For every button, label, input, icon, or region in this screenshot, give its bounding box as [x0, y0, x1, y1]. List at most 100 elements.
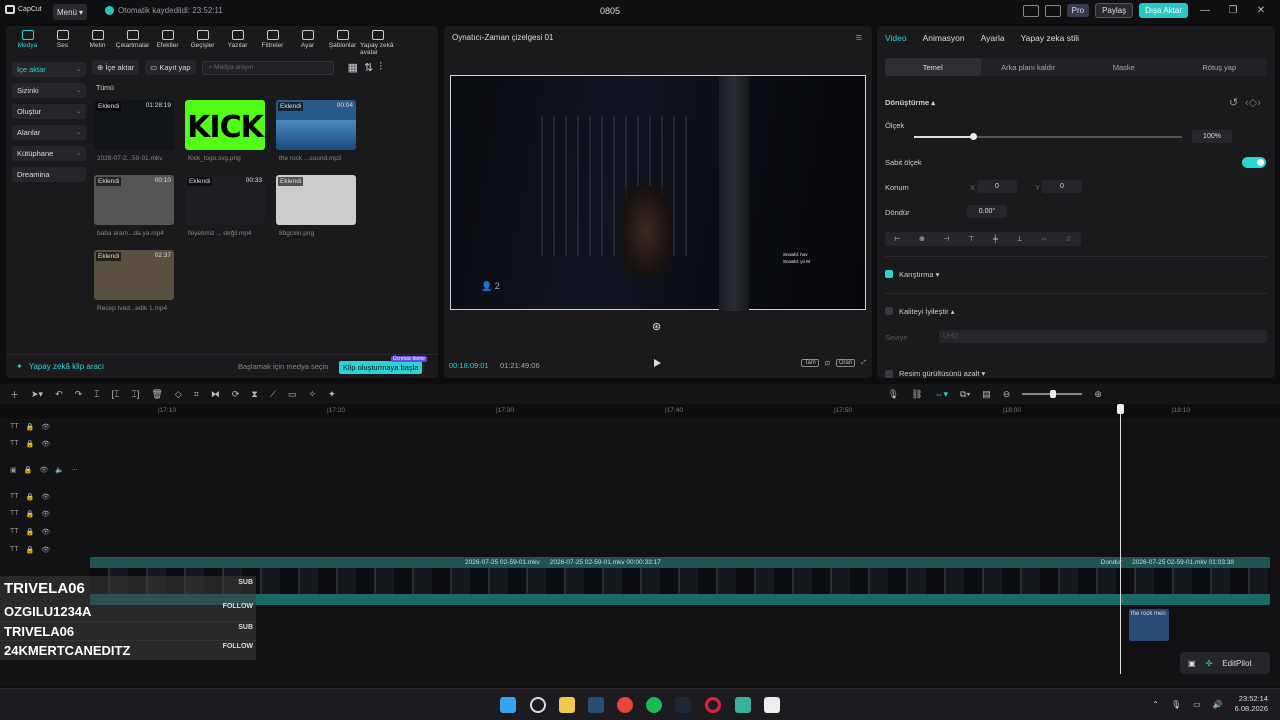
eye-icon[interactable]: 👁: [41, 546, 50, 554]
tab-template[interactable]: Şablonlar: [325, 30, 360, 56]
split-left-icon[interactable]: [⌶: [112, 389, 120, 400]
media-thumbnail[interactable]: Eklendi 00:04: [276, 100, 356, 150]
pro-button[interactable]: Pro: [1066, 4, 1090, 17]
tab-filter[interactable]: Filtreler: [255, 30, 290, 56]
playhead[interactable]: [1117, 404, 1124, 674]
audio-clip[interactable]: the rock men: [1129, 609, 1169, 641]
preview-axis-icon[interactable]: ⧉▾: [960, 389, 970, 400]
layout-icon[interactable]: [1022, 4, 1039, 17]
media-thumbnail[interactable]: KICK: [185, 100, 265, 150]
mask-icon[interactable]: ◇: [175, 389, 182, 400]
sidebar-item[interactable]: Sizinki ⌄: [12, 83, 86, 98]
split-right-icon[interactable]: ⌶]: [131, 389, 139, 400]
redo-icon[interactable]: ↷: [75, 389, 83, 400]
timeline-tracks[interactable]: [90, 418, 1280, 686]
delete-icon[interactable]: 🗑: [151, 389, 162, 400]
props-tab[interactable]: Video: [885, 33, 907, 43]
record-button[interactable]: ▭ Kayıt yap: [145, 60, 196, 75]
fullscreen-button[interactable]: Tam: [801, 359, 819, 367]
tab-text[interactable]: Metin: [80, 30, 115, 56]
align-toolbar[interactable]: ⊢ ⊕ ⊣ ⊤ ╪ ⊥ ⇋ ⇵: [885, 232, 1081, 246]
quality-checkbox[interactable]: [885, 307, 893, 315]
media-thumbnail[interactable]: Eklendi 02:37: [94, 250, 174, 300]
volume-icon[interactable]: 🔊: [1213, 700, 1223, 709]
lock-icon[interactable]: 🔒: [26, 510, 35, 518]
noise-label[interactable]: Resim gürültüsünü azalt ▾: [899, 369, 985, 378]
tab-transition[interactable]: Geçişler: [185, 30, 220, 56]
scale-knob[interactable]: [969, 133, 977, 140]
props-tab[interactable]: Ayarla: [981, 33, 1005, 43]
lock-icon[interactable]: 🔒: [26, 423, 35, 431]
select-tool-icon[interactable]: ➤▾: [31, 389, 43, 400]
media-thumbnail[interactable]: Eklendi 00:33: [185, 175, 265, 225]
mic-tray-icon[interactable]: 🎙: [1171, 700, 1181, 709]
zoom-slider[interactable]: [1022, 390, 1083, 398]
zoom-fit-icon[interactable]: ⊡: [825, 360, 830, 367]
align-right-icon[interactable]: ⊣: [944, 235, 950, 243]
lock-icon[interactable]: 🔒: [26, 440, 35, 448]
align-top-icon[interactable]: ⊤: [968, 235, 974, 243]
ratio-button[interactable]: Oran: [835, 359, 856, 367]
time-ruler[interactable]: |17:10 |17:20 |17:30 |17:40 |17:50 |18:00 |18:…: [90, 404, 1280, 418]
tab-avatar[interactable]: Yapay zekâ avatar: [360, 30, 395, 56]
eye-icon[interactable]: 👁: [41, 493, 50, 501]
props-tab[interactable]: Yapay zeka stili: [1021, 33, 1079, 43]
undo-icon[interactable]: ↶: [55, 389, 63, 400]
maximize-icon[interactable]: ❐: [1222, 5, 1244, 16]
link-icon[interactable]: ⛓: [911, 389, 922, 400]
scale-value[interactable]: 100%: [1192, 130, 1232, 143]
sidebar-item[interactable]: Alanlar ⌄: [12, 125, 86, 140]
align-bottom-icon[interactable]: ⊥: [1017, 235, 1023, 243]
freeze-icon[interactable]: ⧗: [251, 389, 257, 400]
rotate-handle-icon[interactable]: ⊛: [652, 320, 661, 333]
tab-media[interactable]: Medya: [10, 30, 45, 56]
capcut-taskbar-icon[interactable]: [764, 697, 780, 713]
lock-icon[interactable]: 🔒: [26, 546, 35, 554]
menu-button[interactable]: Menü ▾: [53, 4, 87, 20]
sidebar-item[interactable]: Kütüphane ⌄: [12, 146, 86, 161]
shortcut-icon[interactable]: [1044, 4, 1061, 17]
zoom-knob[interactable]: [1050, 390, 1057, 398]
whatsapp-icon[interactable]: [735, 697, 751, 713]
speed-icon[interactable]: ⟋: [270, 389, 276, 400]
network-icon[interactable]: ▭: [1193, 700, 1201, 709]
sidebar-item[interactable]: Oluştur ⌄: [12, 104, 86, 119]
tab-effects[interactable]: Efektler: [150, 30, 185, 56]
media-thumbnail[interactable]: Eklendi 01:28:19: [94, 100, 174, 150]
sort-icon[interactable]: ⇅: [364, 61, 373, 74]
rotate-input[interactable]: 0.00°: [967, 205, 1007, 218]
eye-icon[interactable]: 👁: [41, 528, 50, 536]
text-track-icon[interactable]: TT: [10, 528, 19, 536]
start-clip-button[interactable]: Klip oluşturmaya başla: [339, 361, 423, 374]
folder-icon[interactable]: [559, 697, 575, 713]
props-subtab[interactable]: Temel: [885, 58, 981, 76]
blend-label[interactable]: Karıştırma ▾: [899, 270, 939, 279]
share-button[interactable]: Paylaş: [1095, 3, 1134, 18]
blend-checkbox[interactable]: [885, 270, 893, 278]
magic-icon[interactable]: ✧: [309, 389, 317, 400]
add-track-icon[interactable]: ＋: [10, 388, 19, 401]
start-icon[interactable]: [500, 697, 516, 713]
eye-icon[interactable]: 👁: [41, 423, 50, 431]
align-left-icon[interactable]: ⊢: [894, 235, 900, 243]
eye-icon[interactable]: 👁: [41, 510, 50, 518]
sidebar-item[interactable]: İçe aktar ⌄: [12, 62, 86, 77]
align-center-icon[interactable]: ⊕: [919, 235, 925, 243]
props-subtab[interactable]: Rötuş yap: [1172, 58, 1268, 76]
lock-icon[interactable]: 🔒: [26, 528, 35, 536]
eye-icon[interactable]: 👁: [39, 466, 48, 474]
mic-icon[interactable]: 🎙: [888, 389, 899, 400]
play-icon[interactable]: [654, 359, 661, 367]
scale-slider[interactable]: [914, 133, 1182, 140]
search-icon[interactable]: [530, 697, 546, 713]
zoom-in-icon[interactable]: ⊕: [1094, 389, 1102, 400]
flip-v-icon[interactable]: ⇵: [1066, 235, 1072, 243]
text-track-icon[interactable]: TT: [10, 440, 19, 448]
chevron-up-icon[interactable]: ⌃: [1152, 700, 1159, 709]
reset-icon[interactable]: ↺: [1229, 96, 1238, 109]
props-subtab[interactable]: Arka planı kaldır: [981, 58, 1077, 76]
tab-caption[interactable]: Yazılar: [220, 30, 255, 56]
rotate-icon[interactable]: ⟳: [232, 389, 240, 400]
export-button[interactable]: Dışa Aktar: [1139, 3, 1188, 18]
position-x-input[interactable]: 0: [977, 180, 1017, 193]
